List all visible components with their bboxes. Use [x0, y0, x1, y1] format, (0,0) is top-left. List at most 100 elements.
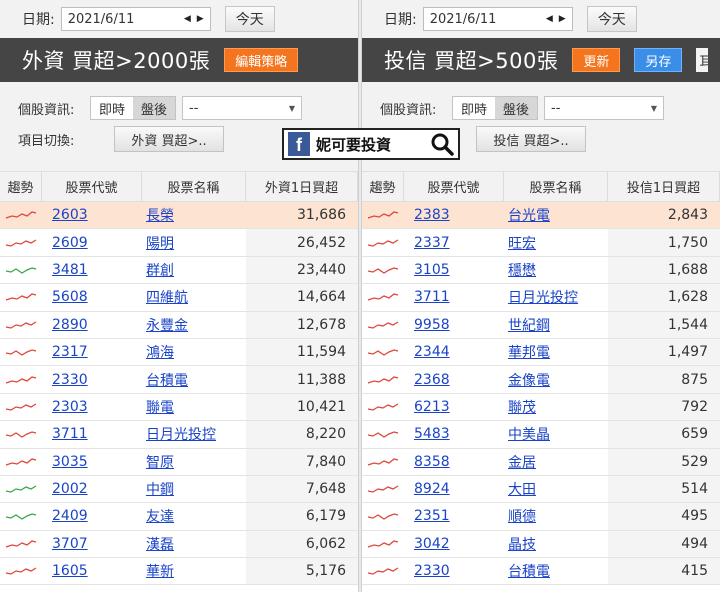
- next-day-icon[interactable]: ▶: [197, 14, 204, 24]
- stock-code-link[interactable]: 3711: [414, 289, 450, 305]
- table-row[interactable]: 2351 順德 495: [362, 503, 720, 531]
- stock-code-link[interactable]: 2368: [414, 372, 450, 388]
- table-row[interactable]: 3105 穩懋 1,688: [362, 256, 720, 285]
- table-row[interactable]: 2330 台積電 415: [362, 558, 720, 586]
- stock-name-link[interactable]: 穩懋: [508, 260, 536, 280]
- realtime-tab[interactable]: 即時: [91, 97, 134, 119]
- column-name[interactable]: 股票名稱: [504, 172, 608, 201]
- table-row[interactable]: 3711 日月光投控 8,220: [0, 421, 358, 449]
- prev-day-icon[interactable]: ◀: [546, 14, 553, 24]
- stock-code-link[interactable]: 3035: [52, 454, 88, 470]
- column-trend[interactable]: 趨勢: [362, 172, 404, 201]
- table-row[interactable]: 3711 日月光投控 1,628: [362, 284, 720, 312]
- after-hours-tab[interactable]: 盤後: [495, 97, 538, 119]
- stock-name-link[interactable]: 華邦電: [508, 342, 550, 362]
- stock-name-link[interactable]: 中鋼: [146, 479, 174, 499]
- stock-name-link[interactable]: 日月光投控: [508, 287, 578, 307]
- item-switch-button[interactable]: 投信 買超>..: [476, 126, 586, 152]
- realtime-tab[interactable]: 即時: [453, 97, 496, 119]
- table-row[interactable]: 2603 長榮 31,686: [0, 202, 358, 230]
- stock-code-link[interactable]: 2383: [414, 207, 450, 223]
- table-row[interactable]: 2383 台光電 2,843: [362, 202, 720, 230]
- stock-code-link[interactable]: 2303: [52, 399, 88, 415]
- table-row[interactable]: 3481 群創 23,440: [0, 256, 358, 285]
- stock-code-link[interactable]: 2337: [414, 235, 450, 251]
- after-hours-tab[interactable]: 盤後: [133, 97, 176, 119]
- stock-name-link[interactable]: 金像電: [508, 370, 550, 390]
- stock-code-link[interactable]: 2609: [52, 235, 88, 251]
- table-row[interactable]: 8924 大田 514: [362, 475, 720, 504]
- table-row[interactable]: 2303 聯電 10,421: [0, 393, 358, 422]
- stock-name-link[interactable]: 台積電: [508, 561, 550, 581]
- edit-strategy-button[interactable]: 編輯策略: [224, 48, 299, 72]
- table-row[interactable]: 2409 友達 6,179: [0, 503, 358, 531]
- stock-code-link[interactable]: 5483: [414, 426, 450, 442]
- stock-code-link[interactable]: 3711: [52, 426, 88, 442]
- stock-name-link[interactable]: 順德: [508, 506, 536, 526]
- table-row[interactable]: 3707 漢磊 6,062: [0, 530, 358, 559]
- table-row[interactable]: 2890 永豐金 12,678: [0, 311, 358, 339]
- table-row[interactable]: 3035 智原 7,840: [0, 448, 358, 476]
- stock-info-select[interactable]: -- ▼: [182, 96, 303, 120]
- table-row[interactable]: 2609 陽明 26,452: [0, 229, 358, 257]
- stock-name-link[interactable]: 金居: [508, 452, 536, 472]
- stock-name-link[interactable]: 鴻海: [146, 342, 174, 362]
- stock-code-link[interactable]: 2603: [52, 207, 88, 223]
- stock-code-link[interactable]: 3105: [414, 262, 450, 278]
- stock-code-link[interactable]: 6213: [414, 399, 450, 415]
- table-row[interactable]: 5608 四維航 14,664: [0, 284, 358, 312]
- table-row[interactable]: 8358 金居 529: [362, 448, 720, 476]
- stock-name-link[interactable]: 華新: [146, 561, 174, 581]
- table-row[interactable]: 2002 中鋼 7,648: [0, 475, 358, 504]
- stock-name-link[interactable]: 陽明: [146, 233, 174, 253]
- stock-name-link[interactable]: 中美晶: [508, 424, 550, 444]
- stock-code-link[interactable]: 2351: [414, 508, 450, 524]
- column-trend[interactable]: 趨勢: [0, 172, 42, 201]
- stock-name-link[interactable]: 漢磊: [146, 534, 174, 554]
- table-row[interactable]: 2330 台積電 11,388: [0, 366, 358, 394]
- table-row[interactable]: 2344 華邦電 1,497: [362, 338, 720, 367]
- next-day-icon[interactable]: ▶: [559, 14, 566, 24]
- stock-name-link[interactable]: 群創: [146, 260, 174, 280]
- column-name[interactable]: 股票名稱: [142, 172, 246, 201]
- column-code[interactable]: 股票代號: [404, 172, 504, 201]
- table-row[interactable]: 3042 晶技 494: [362, 530, 720, 559]
- stock-name-link[interactable]: 台光電: [508, 205, 550, 225]
- table-row[interactable]: 6213 聯茂 792: [362, 393, 720, 422]
- stock-code-link[interactable]: 3707: [52, 536, 88, 552]
- column-volume[interactable]: 外資1日買超: [246, 172, 358, 201]
- stock-name-link[interactable]: 台積電: [146, 370, 188, 390]
- stock-code-link[interactable]: 2330: [414, 563, 450, 579]
- stock-code-link[interactable]: 2317: [52, 344, 88, 360]
- stock-name-link[interactable]: 友達: [146, 506, 174, 526]
- stock-code-link[interactable]: 1605: [52, 563, 88, 579]
- stock-name-link[interactable]: 晶技: [508, 534, 536, 554]
- stock-code-link[interactable]: 8924: [414, 481, 450, 497]
- table-row[interactable]: 2368 金像電 875: [362, 366, 720, 394]
- stock-name-link[interactable]: 日月光投控: [146, 424, 216, 444]
- table-row[interactable]: 2337 旺宏 1,750: [362, 229, 720, 257]
- stock-name-link[interactable]: 聯電: [146, 397, 174, 417]
- stock-name-link[interactable]: 四維航: [146, 287, 188, 307]
- cut-off-button[interactable]: 耳: [696, 48, 709, 72]
- stock-code-link[interactable]: 9958: [414, 317, 450, 333]
- prev-day-icon[interactable]: ◀: [184, 14, 191, 24]
- today-button[interactable]: 今天: [586, 6, 637, 32]
- column-volume[interactable]: 投信1日買超: [608, 172, 720, 201]
- stock-name-link[interactable]: 聯茂: [508, 397, 536, 417]
- stock-code-link[interactable]: 2330: [52, 372, 88, 388]
- stock-code-link[interactable]: 3042: [414, 536, 450, 552]
- date-picker[interactable]: 2021/6/11 ◀ ▶: [422, 7, 573, 31]
- stock-name-link[interactable]: 世紀鋼: [508, 315, 550, 335]
- update-button[interactable]: 更新: [572, 48, 621, 72]
- table-row[interactable]: 2317 鴻海 11,594: [0, 338, 358, 367]
- stock-code-link[interactable]: 8358: [414, 454, 450, 470]
- stock-code-link[interactable]: 2409: [52, 508, 88, 524]
- table-row[interactable]: 1605 華新 5,176: [0, 558, 358, 586]
- stock-code-link[interactable]: 2344: [414, 344, 450, 360]
- date-picker[interactable]: 2021/6/11 ◀ ▶: [60, 7, 211, 31]
- stock-name-link[interactable]: 長榮: [146, 205, 174, 225]
- save-as-button[interactable]: 另存: [634, 48, 683, 72]
- stock-code-link[interactable]: 5608: [52, 289, 88, 305]
- stock-name-link[interactable]: 永豐金: [146, 315, 188, 335]
